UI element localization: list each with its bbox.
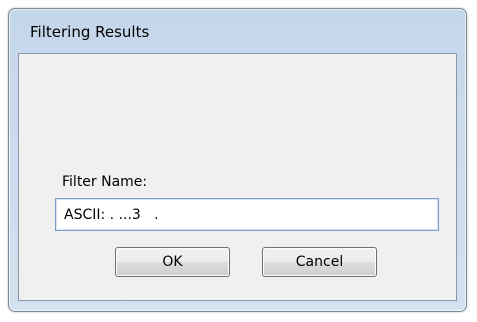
dialog-title: Filtering Results — [30, 23, 150, 41]
ok-button[interactable]: OK — [115, 247, 230, 277]
dialog-content: Filter Name: OK Cancel — [18, 53, 457, 301]
filter-name-input[interactable] — [55, 198, 439, 231]
cancel-button[interactable]: Cancel — [262, 247, 377, 277]
filter-name-label: Filter Name: — [62, 174, 148, 190]
dialog-window: Filtering Results Filter Name: OK Cancel — [8, 8, 467, 312]
